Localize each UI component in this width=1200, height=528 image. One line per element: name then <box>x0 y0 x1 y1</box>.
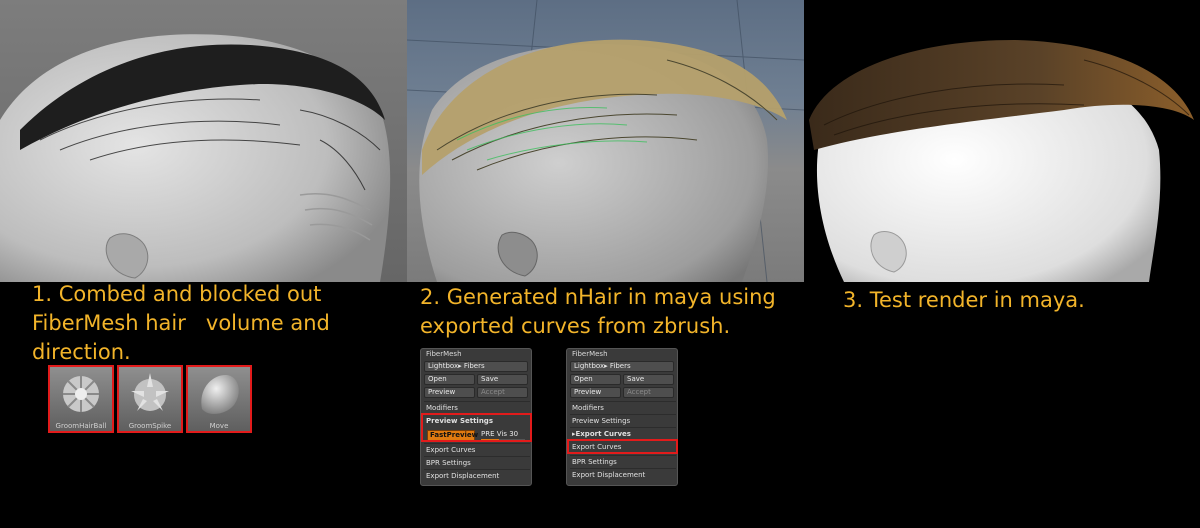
spike-brush-icon <box>131 373 169 411</box>
preview-settings-subpalette[interactable]: Preview Settings <box>570 414 676 427</box>
maya-head-image <box>407 0 804 282</box>
brush-label: Move <box>209 422 229 430</box>
save-button[interactable]: Save <box>477 374 528 385</box>
zbrush-fibermesh-render <box>0 0 407 282</box>
save-button[interactable]: Save <box>623 374 674 385</box>
step-2-line-2: exported curves from zbrush. <box>420 314 731 338</box>
palette-title: FiberMesh <box>572 350 608 358</box>
open-button[interactable]: Open <box>424 374 475 385</box>
brush-groom-spike[interactable]: GroomSpike <box>117 365 183 433</box>
hair-ball-brush-icon <box>63 376 99 412</box>
step-1-line-2: FiberMesh hair volume and <box>32 311 330 335</box>
export-curves-subpalette[interactable]: Export Curves <box>424 443 530 456</box>
brush-label: GroomSpike <box>128 422 172 430</box>
bpr-settings-subpalette[interactable]: BPR Settings <box>570 455 676 468</box>
zbrush-head-image <box>0 34 391 282</box>
export-displacement-subpalette[interactable]: Export Displacement <box>570 468 676 481</box>
step-1-line-3: direction. <box>32 340 131 364</box>
palette-title: FiberMesh <box>426 350 462 358</box>
move-brush-icon <box>201 374 239 414</box>
maya-test-render <box>804 0 1200 282</box>
preview-button[interactable]: Preview <box>424 387 475 398</box>
export-displacement-subpalette[interactable]: Export Displacement <box>424 469 530 482</box>
preview-settings-highlight <box>421 413 532 442</box>
render-head-image <box>809 40 1194 282</box>
lightbox-fibers-button[interactable]: Lightbox▸ Fibers <box>424 361 528 372</box>
step-3-caption: 3. Test render in maya. <box>843 288 1085 312</box>
accept-button[interactable]: Accept <box>477 387 528 398</box>
preview-button[interactable]: Preview <box>570 387 621 398</box>
brush-move[interactable]: Move <box>186 365 252 433</box>
step-1-caption: 1. Combed and blocked out FiberMesh hair… <box>32 280 330 367</box>
brush-groom-hair-ball[interactable]: GroomHairBall <box>48 365 114 433</box>
modifiers-subpalette[interactable]: Modifiers <box>570 401 676 414</box>
step-2-line-1: 2. Generated nHair in maya using <box>420 285 776 309</box>
fibermesh-palette-right: FiberMesh Lightbox▸ Fibers Open Save Pre… <box>566 348 678 486</box>
export-curves-highlight <box>567 439 678 454</box>
brush-label: GroomHairBall <box>55 422 107 430</box>
bpr-settings-subpalette[interactable]: BPR Settings <box>424 456 530 469</box>
groom-brush-list: GroomHairBall GroomSpike Move <box>48 365 254 433</box>
accept-button[interactable]: Accept <box>623 387 674 398</box>
step-1-line-1: 1. Combed and blocked out <box>32 282 322 306</box>
step-2-caption: 2. Generated nHair in maya using exporte… <box>420 283 776 341</box>
fibermesh-palette-left: FiberMesh Lightbox▸ Fibers Open Save Pre… <box>420 348 532 486</box>
open-button[interactable]: Open <box>570 374 621 385</box>
lightbox-fibers-button[interactable]: Lightbox▸ Fibers <box>570 361 674 372</box>
maya-nhair-viewport <box>407 0 804 282</box>
